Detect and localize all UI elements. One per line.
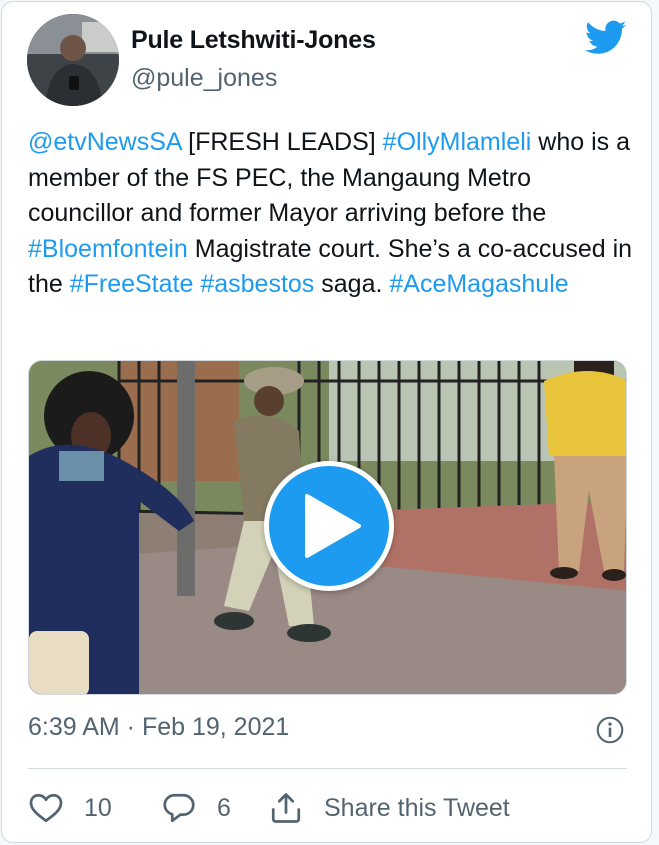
tweet-text: @etvNewsSA [FRESH LEADS] #OllyMlamleli w… [28, 125, 633, 303]
tweet-timestamp[interactable]: 6:39 AM · Feb 19, 2021 [28, 713, 289, 742]
reply-count: 6 [217, 793, 231, 822]
play-button[interactable] [264, 461, 394, 591]
share-icon [271, 793, 301, 823]
reply-button[interactable]: 6 [161, 788, 231, 828]
hashtag-link[interactable]: #AceMagashule [389, 270, 568, 298]
hashtag-link[interactable]: #OllyMlamleli [383, 128, 532, 156]
reply-bubble-icon [163, 793, 195, 823]
display-name[interactable]: Pule Letshwiti-Jones [131, 26, 376, 55]
hashtag-link[interactable]: #FreeState [70, 270, 194, 298]
tweet-text-segment: [FRESH LEADS] [181, 128, 383, 156]
info-icon[interactable] [596, 716, 624, 744]
share-button[interactable]: Share this Tweet [268, 788, 510, 828]
avatar[interactable] [27, 14, 119, 106]
share-label: Share this Tweet [324, 793, 510, 822]
like-button[interactable]: 10 [28, 788, 112, 828]
like-count: 10 [84, 793, 112, 822]
heart-icon [29, 793, 63, 823]
twitter-bird-icon[interactable] [585, 20, 627, 56]
hashtag-link[interactable]: #Bloemfontein [28, 235, 188, 263]
hashtag-link[interactable]: #asbestos [200, 270, 314, 298]
play-icon [305, 494, 361, 558]
divider [28, 768, 627, 769]
tweet-text-segment: saga. [314, 270, 390, 298]
mention-link[interactable]: @etvNewsSA [28, 128, 181, 156]
user-handle[interactable]: @pule_jones [131, 64, 277, 93]
